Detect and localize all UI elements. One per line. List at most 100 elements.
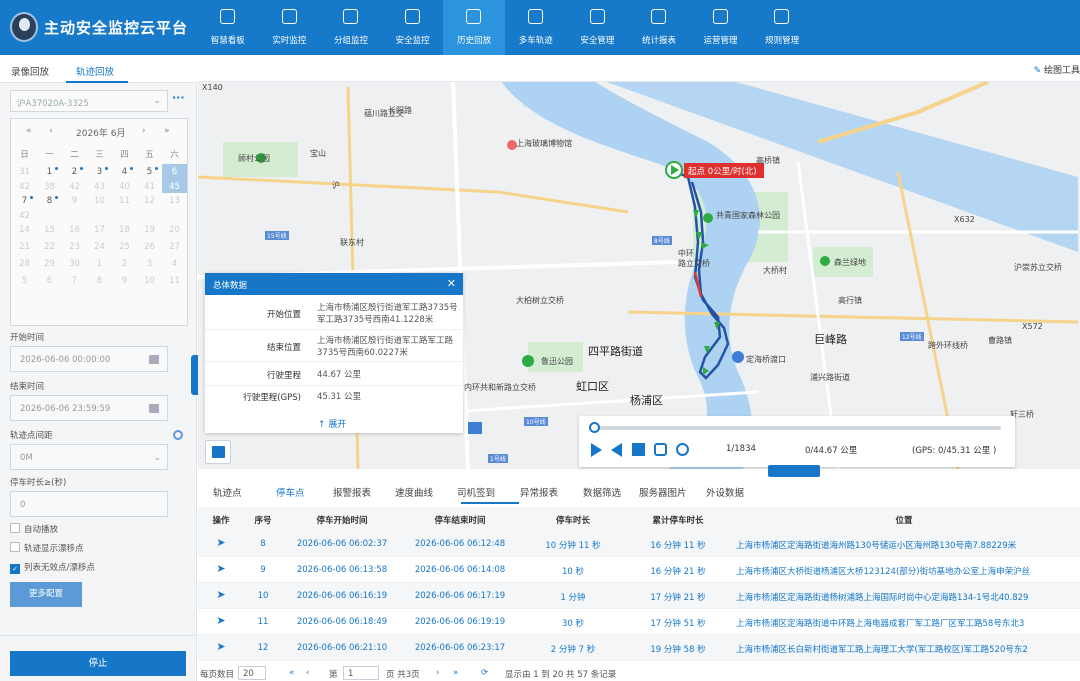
- calendar-day[interactable]: 15: [37, 222, 62, 239]
- nav-item-9[interactable]: 规则管理: [751, 0, 813, 55]
- calendar-day[interactable]: 28: [12, 256, 37, 273]
- next-month-button[interactable]: ›: [142, 126, 146, 136]
- expand-link[interactable]: ↑ 展开: [318, 417, 346, 430]
- calendar-day[interactable]: 7: [62, 273, 87, 290]
- progress-track[interactable]: [593, 426, 1001, 430]
- calendar-day[interactable]: 25: [112, 239, 137, 256]
- calendar-day[interactable]: 3: [137, 256, 162, 273]
- refresh-icon[interactable]: ⟳: [481, 668, 488, 678]
- calendar-day[interactable]: 9: [62, 193, 87, 210]
- bottom-tab-3[interactable]: 速度曲线: [395, 485, 433, 499]
- locate-icon[interactable]: ➤: [198, 640, 244, 653]
- bottom-tab-0[interactable]: 轨迹点: [213, 485, 242, 499]
- close-icon[interactable]: ✕: [447, 277, 456, 290]
- column-header[interactable]: 停车结束时间: [402, 514, 518, 526]
- calendar-day[interactable]: 6: [37, 273, 62, 290]
- speed-icon[interactable]: [676, 443, 689, 456]
- nav-item-4[interactable]: 历史回放: [443, 0, 505, 55]
- nav-item-7[interactable]: 统计报表: [628, 0, 690, 55]
- bottom-tab-7[interactable]: 服务器图片: [639, 485, 687, 499]
- collapse-panel-handle[interactable]: [191, 355, 198, 395]
- calendar-day[interactable]: 20: [162, 222, 187, 239]
- stop-button[interactable]: 停止: [10, 651, 186, 676]
- clock-icon[interactable]: [173, 430, 183, 440]
- table-cell[interactable]: 上海市杨浦区长白新村街道军工路上海理工大学(军工路校区)军工路520号东2: [736, 643, 1078, 655]
- tab-track-replay[interactable]: 轨迹回放: [76, 64, 114, 78]
- calendar-day[interactable]: 4: [112, 164, 137, 181]
- nav-item-0[interactable]: 智慧看板: [197, 0, 259, 55]
- bottom-tab-4[interactable]: 司机签到: [457, 485, 495, 499]
- calendar-day[interactable]: 5: [12, 273, 37, 290]
- calendar-day[interactable]: 10: [137, 273, 162, 290]
- calendar-day[interactable]: 5: [137, 164, 162, 181]
- table-row[interactable]: ➤ 11 2026-06-06 06:18:49 2026-06-06 06:19:1…: [198, 609, 1080, 635]
- calendar-day[interactable]: 1: [87, 256, 112, 273]
- vehicle-select[interactable]: 沪A37020A-3325 ⌄: [10, 90, 168, 112]
- list-invalid-checkbox[interactable]: ✓ 列表无效点/漂移点: [10, 561, 95, 574]
- calendar-day[interactable]: 24: [87, 239, 112, 256]
- calendar-day[interactable]: 2: [112, 256, 137, 273]
- calendar-day[interactable]: 6: [162, 164, 187, 181]
- tab-video-replay[interactable]: 录像回放: [11, 64, 49, 78]
- draw-tool-button[interactable]: ✎ 绘图工具: [1034, 63, 1080, 76]
- nav-item-2[interactable]: 分组监控: [320, 0, 382, 55]
- bottom-tab-2[interactable]: 报警报表: [333, 485, 371, 499]
- table-cell[interactable]: 上海市杨浦区定海路街道中环路上海电器成套厂军工路厂区军工路58号东北3: [736, 617, 1078, 629]
- calendar-day[interactable]: 31: [12, 164, 37, 181]
- calendar-day[interactable]: 14: [12, 222, 37, 239]
- interval-select[interactable]: 0M ⌄: [10, 444, 168, 470]
- table-row[interactable]: ➤ 10 2026-06-06 06:16:19 2026-06-06 06:17:1…: [198, 583, 1080, 609]
- calendar-day[interactable]: 26: [137, 239, 162, 256]
- per-page-select[interactable]: 20: [238, 666, 266, 680]
- column-header[interactable]: 停车开始时间: [282, 514, 402, 526]
- column-header[interactable]: 操作: [198, 514, 244, 526]
- bottom-tab-5[interactable]: 异常报表: [520, 485, 558, 499]
- nav-item-1[interactable]: 实时监控: [259, 0, 321, 55]
- calendar-day[interactable]: 13: [162, 193, 187, 210]
- locate-icon[interactable]: ➤: [198, 588, 244, 601]
- calendar-day[interactable]: 29: [37, 256, 62, 273]
- bottom-tab-1[interactable]: 停车点: [276, 485, 305, 499]
- calendar-day[interactable]: 21: [12, 239, 37, 256]
- calendar-day[interactable]: 8: [37, 193, 62, 210]
- show-drift-checkbox[interactable]: 轨迹显示漂移点: [10, 542, 84, 554]
- calendar-day[interactable]: 30: [62, 256, 87, 273]
- bottom-tab-6[interactable]: 数据筛选: [583, 485, 621, 499]
- stop-icon[interactable]: [632, 443, 645, 456]
- column-header[interactable]: 序号: [244, 514, 282, 526]
- expand-table-handle[interactable]: [768, 465, 820, 477]
- calendar-day[interactable]: 18: [112, 222, 137, 239]
- locate-icon[interactable]: ➤: [198, 614, 244, 627]
- auto-play-checkbox[interactable]: 自动播放: [10, 523, 58, 535]
- calendar-day[interactable]: 11: [112, 193, 137, 210]
- last-page-button[interactable]: »: [453, 668, 458, 678]
- calendar-day[interactable]: 27: [162, 239, 187, 256]
- map-notes-icon[interactable]: [205, 440, 231, 464]
- calendar-day[interactable]: 1: [37, 164, 62, 181]
- calendar-day[interactable]: 16: [62, 222, 87, 239]
- nav-item-6[interactable]: 安全管理: [567, 0, 629, 55]
- table-row[interactable]: ➤ 12 2026-06-06 06:21:10 2026-06-06 06:23:1…: [198, 635, 1080, 661]
- nav-item-5[interactable]: 多车轨迹: [505, 0, 567, 55]
- table-cell[interactable]: 上海市杨浦区定海路街道海州路130号储运小区海州路130号南7.88229米: [736, 539, 1078, 551]
- more-config-button[interactable]: 更多配置: [10, 582, 82, 607]
- calendar-day[interactable]: 4: [162, 256, 187, 273]
- locate-icon[interactable]: ➤: [198, 562, 244, 575]
- table-row[interactable]: ➤ 9 2026-06-06 06:13:58 2026-06-06 06:14:08…: [198, 557, 1080, 583]
- play-icon[interactable]: [591, 443, 602, 457]
- column-header[interactable]: 位置: [728, 514, 1080, 526]
- progress-handle[interactable]: [589, 422, 600, 433]
- prev-page-button[interactable]: ‹: [306, 668, 309, 678]
- prev-month-button[interactable]: ‹: [49, 126, 53, 136]
- next-page-button[interactable]: ›: [436, 668, 439, 678]
- start-time-input[interactable]: 2026-06-06 00:00:00: [10, 346, 168, 372]
- calendar-day[interactable]: 22: [37, 239, 62, 256]
- calendar-day[interactable]: 12: [137, 193, 162, 210]
- calendar-day[interactable]: 2: [62, 164, 87, 181]
- calendar-day[interactable]: 10: [87, 193, 112, 210]
- calendar-day[interactable]: 17: [87, 222, 112, 239]
- first-page-button[interactable]: «: [289, 668, 294, 678]
- table-cell[interactable]: 上海市杨浦区大桥街道杨浦区大桥123124(部分)街坊基地办公室上海申荣沪丝: [736, 565, 1078, 577]
- calendar-day[interactable]: 11: [162, 273, 187, 290]
- table-row[interactable]: ➤ 8 2026-06-06 06:02:37 2026-06-06 06:12:48…: [198, 531, 1080, 557]
